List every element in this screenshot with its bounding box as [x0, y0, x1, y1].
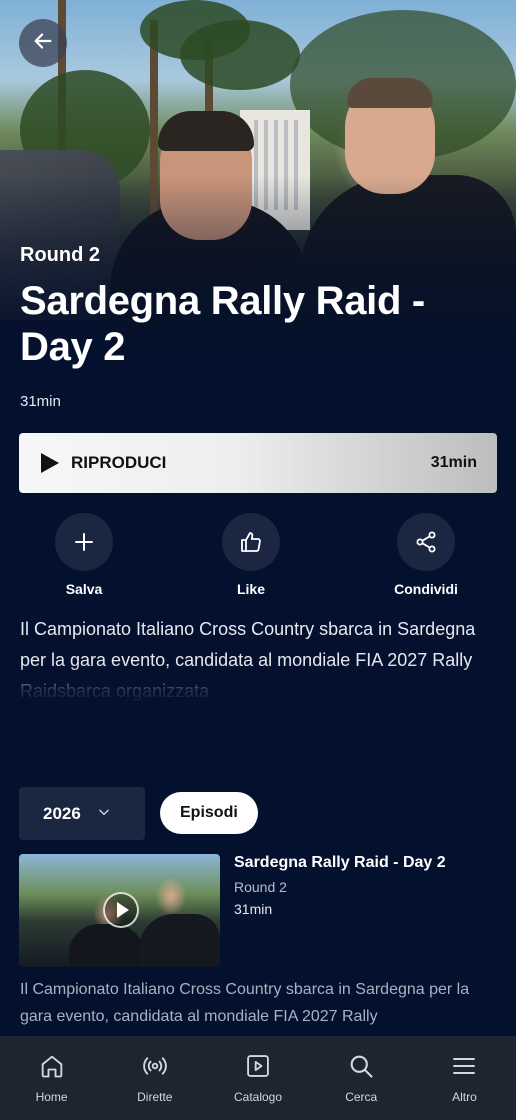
save-label: Salva [65, 581, 103, 597]
duration-label: 31min [20, 393, 61, 410]
action-row: Salva Like Condividi [0, 513, 516, 603]
home-icon [38, 1052, 66, 1084]
play-icon [103, 892, 139, 928]
play-button-duration: 31min [430, 454, 477, 471]
tab-home[interactable]: Home [0, 1036, 103, 1120]
season-select[interactable]: 2026 [19, 787, 145, 840]
search-icon [347, 1052, 375, 1084]
plus-icon [55, 513, 113, 571]
play-icon [41, 453, 59, 473]
share-label: Condividi [394, 581, 458, 597]
description-fade [0, 664, 516, 708]
tab-episodes[interactable]: Episodi [160, 792, 258, 834]
tab-search[interactable]: Cerca [310, 1036, 413, 1120]
tab-live[interactable]: Dirette [103, 1036, 206, 1120]
menu-icon [450, 1052, 478, 1084]
tab-live-label: Dirette [137, 1090, 173, 1104]
episode-description: Il Campionato Italiano Cross Country sba… [20, 981, 470, 1025]
arrow-left-icon [32, 30, 54, 56]
like-label: Like [236, 581, 265, 597]
catalog-play-icon [244, 1052, 272, 1084]
round-label: Round 2 [20, 244, 100, 266]
list-item[interactable]: Sardegna Rally Raid - Day 2 Round 2 31mi… [19, 854, 497, 967]
broadcast-icon [141, 1052, 169, 1084]
chevron-down-icon [97, 804, 111, 823]
tab-search-label: Cerca [345, 1090, 378, 1104]
share-icon [397, 513, 455, 571]
back-button[interactable] [19, 19, 67, 67]
play-button-label: RIPRODUCI [71, 453, 167, 472]
tab-more-label: Altro [452, 1090, 477, 1104]
tab-catalog-label: Catalogo [233, 1090, 283, 1104]
save-button[interactable]: Salva [29, 513, 139, 597]
page-title: Sardegna Rally Raid - Day 2 [20, 279, 425, 369]
episode-round: Round 2 [234, 879, 287, 895]
like-button[interactable]: Like [196, 513, 306, 597]
tab-more[interactable]: Altro [413, 1036, 516, 1120]
tab-catalog[interactable]: Catalogo [206, 1036, 309, 1120]
season-value: 2026 [43, 803, 81, 823]
tab-home-label: Home [35, 1090, 68, 1104]
hero-image [0, 0, 516, 440]
thumbs-up-icon [222, 513, 280, 571]
episode-thumbnail[interactable] [19, 854, 220, 967]
bottom-tab-bar: Home Dirette Catalogo Cerca Altro [0, 1036, 516, 1120]
share-button[interactable]: Condividi [371, 513, 481, 597]
episode-duration: 31min [234, 901, 273, 917]
play-button[interactable]: RIPRODUCI 31min [19, 433, 497, 493]
episode-title: Sardegna Rally Raid - Day 2 [234, 854, 446, 871]
